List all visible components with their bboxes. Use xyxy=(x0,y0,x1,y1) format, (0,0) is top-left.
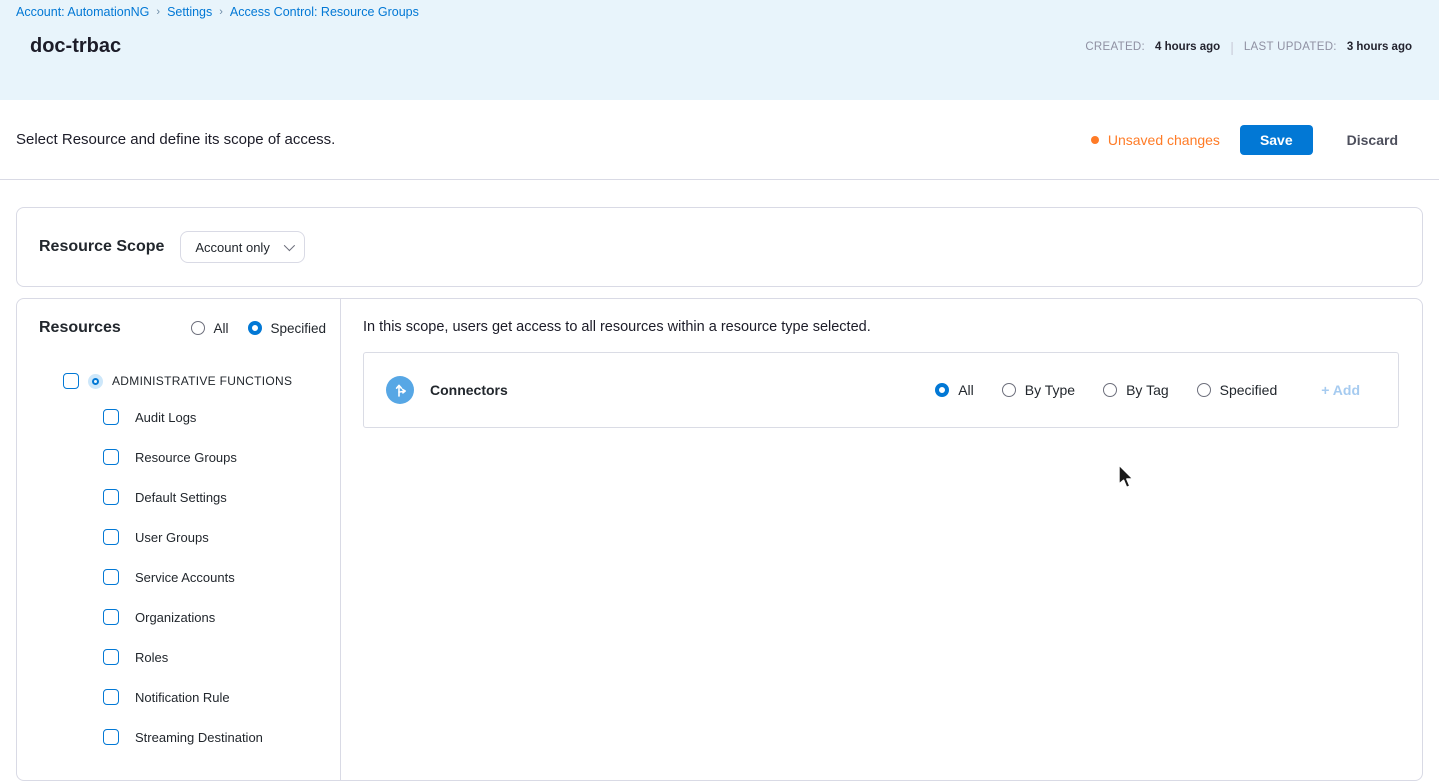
scope-description: In this scope, users get access to all r… xyxy=(363,319,871,335)
connectors-label: Connectors xyxy=(430,382,508,398)
streaming-destination-checkbox[interactable] xyxy=(103,729,119,745)
resources-specified-radio[interactable]: Specified xyxy=(248,321,326,336)
list-item[interactable]: Streaming Destination xyxy=(103,717,340,757)
list-item-label: Resource Groups xyxy=(135,449,237,465)
user-groups-checkbox[interactable] xyxy=(103,529,119,545)
admin-functions-group[interactable]: ADMINISTRATIVE FUNCTIONS xyxy=(63,373,340,389)
list-item[interactable]: Roles xyxy=(103,637,340,677)
unsaved-changes-label: Unsaved changes xyxy=(1107,131,1220,148)
list-item-label: Streaming Destination xyxy=(135,729,263,745)
list-item[interactable]: Audit Logs xyxy=(103,397,340,437)
toolbar-description: Select Resource and define its scope of … xyxy=(16,131,336,148)
breadcrumb-separator-icon: › xyxy=(219,6,223,18)
resource-scope-card: Resource Scope Account only xyxy=(16,207,1423,287)
header-band: Account: AutomationNG › Settings › Acces… xyxy=(0,0,1439,100)
created-value: 4 hours ago xyxy=(1155,40,1221,53)
discard-button[interactable]: Discard xyxy=(1333,125,1412,155)
resource-scope-selected-value: Account only xyxy=(195,239,270,255)
resource-type-list: Audit Logs Resource Groups Default Setti… xyxy=(17,397,340,757)
connectors-all-radio[interactable]: All xyxy=(935,382,974,398)
resources-all-label: All xyxy=(213,320,229,336)
breadcrumb: Account: AutomationNG › Settings › Acces… xyxy=(16,5,1412,19)
list-item-label: Roles xyxy=(135,649,169,665)
connectors-specified-label: Specified xyxy=(1219,382,1278,398)
connectors-specified-radio[interactable]: Specified xyxy=(1196,382,1278,398)
connectors-access-options: All By Type By Tag Specified + Add xyxy=(935,382,1360,398)
radio-unselected-icon[interactable] xyxy=(1001,383,1016,397)
list-item-label: Notification Rule xyxy=(135,689,230,705)
audit-logs-checkbox[interactable] xyxy=(103,409,119,425)
created-label: CREATED: xyxy=(1085,40,1146,53)
add-resources-link[interactable]: + Add xyxy=(1321,382,1360,398)
service-accounts-checkbox[interactable] xyxy=(103,569,119,585)
admin-functions-label: ADMINISTRATIVE FUNCTIONS xyxy=(112,374,293,388)
unsaved-dot-icon xyxy=(1090,135,1099,144)
radio-selected-icon[interactable] xyxy=(935,383,950,397)
breadcrumb-access-control-link[interactable]: Access Control: Resource Groups xyxy=(230,5,419,19)
connectors-by-type-radio[interactable]: By Type xyxy=(1001,382,1076,398)
resource-groups-checkbox[interactable] xyxy=(103,449,119,465)
group-indicator-icon xyxy=(88,373,103,389)
resources-card: Resources All Specified ADMINISTRATIVE F… xyxy=(16,298,1423,781)
breadcrumb-account-link[interactable]: Account: AutomationNG xyxy=(16,5,149,19)
list-item[interactable]: Service Accounts xyxy=(103,557,340,597)
connectors-by-type-label: By Type xyxy=(1024,382,1076,398)
connectors-icon xyxy=(386,376,414,404)
notification-rule-checkbox[interactable] xyxy=(103,689,119,705)
unsaved-changes-indicator: Unsaved changes xyxy=(1090,131,1220,148)
list-item[interactable]: Resource Groups xyxy=(103,437,340,477)
connectors-by-tag-radio[interactable]: By Tag xyxy=(1103,382,1169,398)
resources-specified-label: Specified xyxy=(270,320,326,336)
admin-functions-checkbox[interactable] xyxy=(63,373,79,389)
radio-selected-icon[interactable] xyxy=(248,321,263,335)
save-button[interactable]: Save xyxy=(1239,124,1313,155)
resources-heading: Resources xyxy=(39,319,121,336)
page-title: doc-trbac xyxy=(30,35,122,57)
list-item-label: Organizations xyxy=(135,609,216,625)
action-toolbar: Select Resource and define its scope of … xyxy=(0,100,1439,180)
meta-divider: | xyxy=(1230,38,1234,55)
connectors-all-label: All xyxy=(958,382,974,398)
organizations-checkbox[interactable] xyxy=(103,609,119,625)
chevron-down-icon xyxy=(283,239,295,252)
connectors-row: Connectors All By Type By Tag Specified … xyxy=(363,352,1399,428)
radio-unselected-icon[interactable] xyxy=(1196,383,1211,397)
list-item[interactable]: Default Settings xyxy=(103,477,340,517)
list-item-label: Service Accounts xyxy=(135,569,235,585)
roles-checkbox[interactable] xyxy=(103,649,119,665)
connectors-by-tag-label: By Tag xyxy=(1126,382,1169,398)
list-item[interactable]: Organizations xyxy=(103,597,340,637)
default-settings-checkbox[interactable] xyxy=(103,489,119,505)
scope-detail-pane: In this scope, users get access to all r… xyxy=(341,299,1422,780)
radio-unselected-icon[interactable] xyxy=(191,321,206,335)
resources-all-radio[interactable]: All xyxy=(191,321,228,336)
list-item-label: Default Settings xyxy=(135,489,227,505)
list-item[interactable]: User Groups xyxy=(103,517,340,557)
list-item[interactable]: Notification Rule xyxy=(103,677,340,717)
list-item-label: User Groups xyxy=(135,529,209,545)
resource-scope-label: Resource Scope xyxy=(39,238,165,255)
last-updated-label: LAST UPDATED: xyxy=(1243,40,1337,53)
list-item-label: Audit Logs xyxy=(135,409,197,425)
resources-sidebar: Resources All Specified ADMINISTRATIVE F… xyxy=(17,299,341,780)
last-updated-value: 3 hours ago xyxy=(1346,40,1412,53)
breadcrumb-settings-link[interactable]: Settings xyxy=(167,5,212,19)
resource-scope-select[interactable]: Account only xyxy=(180,231,305,263)
content-area: Resource Scope Account only Resources Al… xyxy=(0,180,1439,781)
breadcrumb-separator-icon: › xyxy=(156,6,161,18)
meta-info: CREATED: 4 hours ago | LAST UPDATED: 3 h… xyxy=(1085,39,1412,55)
radio-unselected-icon[interactable] xyxy=(1103,383,1118,397)
